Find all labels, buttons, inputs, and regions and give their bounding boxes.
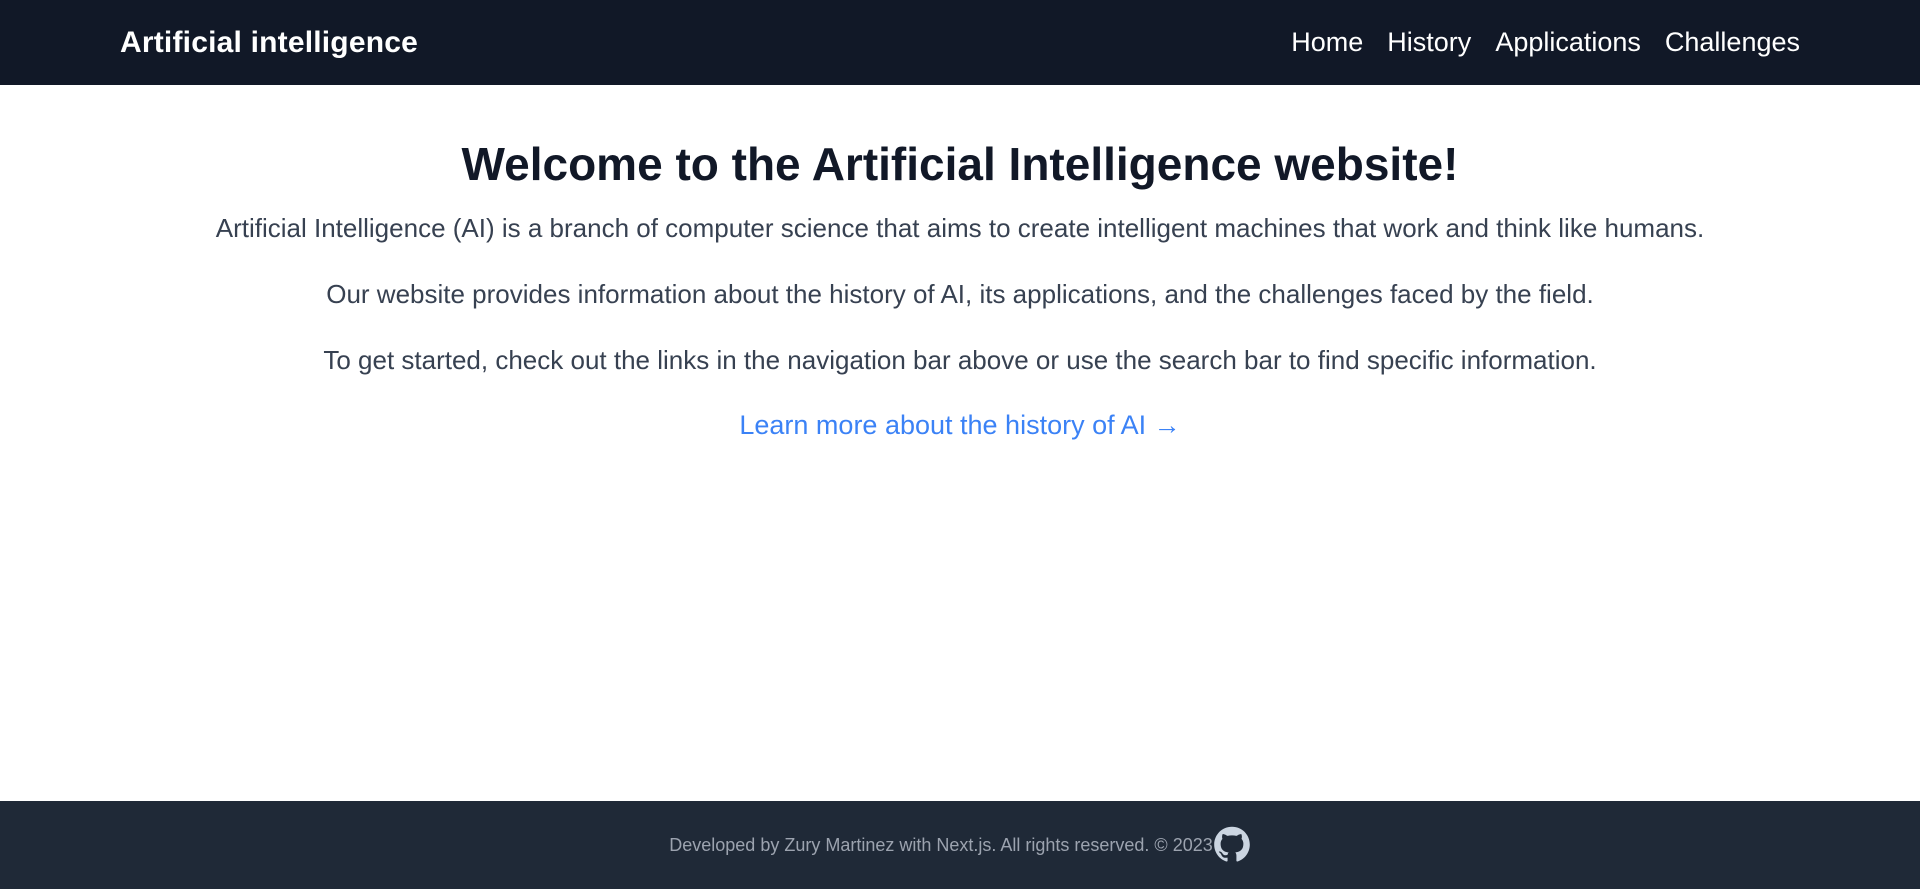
intro-paragraph: Artificial Intelligence (AI) is a branch… [215, 213, 1705, 244]
page: Artificial intelligence Home History App… [0, 0, 1920, 889]
page-title: Welcome to the Artificial Intelligence w… [461, 138, 1459, 190]
nav-applications-link[interactable]: Applications [1495, 27, 1641, 58]
top-navbar: Artificial intelligence Home History App… [0, 0, 1920, 85]
learn-more-history-link[interactable]: Learn more about the history of AI → [739, 410, 1180, 441]
main-content: Welcome to the Artificial Intelligence w… [0, 85, 1920, 801]
nav-challenges-link[interactable]: Challenges [1665, 27, 1800, 58]
github-icon[interactable] [1213, 826, 1251, 864]
footer-credits: Developed by Zury Martinez with Next.js.… [669, 834, 1213, 855]
site-brand[interactable]: Artificial intelligence [120, 26, 418, 60]
nav-history-link[interactable]: History [1387, 27, 1471, 58]
nav-home-link[interactable]: Home [1291, 27, 1363, 58]
info-paragraph: Our website provides information about t… [326, 278, 1594, 309]
site-footer: Developed by Zury Martinez with Next.js.… [0, 801, 1920, 889]
getting-started-paragraph: To get started, check out the links in t… [323, 344, 1597, 375]
main-nav: Home History Applications Challenges [1291, 27, 1800, 58]
